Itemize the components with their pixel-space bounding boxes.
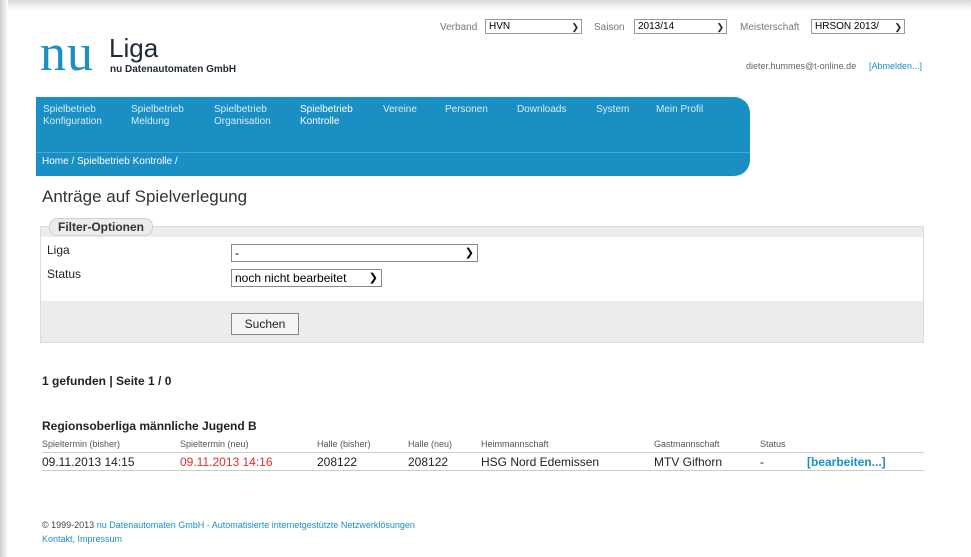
verband-select[interactable]: HVN ❯ bbox=[485, 19, 582, 34]
col-header-halle-neu: Halle (neu) bbox=[408, 439, 453, 449]
nav-spielbetrieb-organisation[interactable]: Spielbetrieb Organisation bbox=[214, 104, 271, 128]
meisterschaft-label: Meisterschaft bbox=[740, 22, 800, 33]
filter-legend: Filter-Optionen bbox=[49, 218, 153, 236]
nav-label-line1: Vereine bbox=[383, 104, 417, 115]
cell-termin-bisher: 09.11.2013 14:15 bbox=[42, 455, 135, 469]
liga-label: Liga bbox=[47, 243, 70, 257]
search-button[interactable]: Suchen bbox=[231, 313, 299, 335]
nav-system[interactable]: System bbox=[596, 104, 629, 116]
table-header-divider bbox=[42, 452, 924, 453]
chevron-down-icon: ❯ bbox=[368, 272, 378, 284]
page-title: Anträge auf Spielverlegung bbox=[42, 187, 248, 206]
cell-termin-neu: 09.11.2013 14:16 bbox=[180, 455, 273, 469]
cell-heimmannschaft: HSG Nord Edemissen bbox=[481, 455, 600, 469]
col-header-heimmannschaft: Heimmannschaft bbox=[481, 439, 549, 449]
logo-liga: Liga bbox=[109, 33, 159, 63]
saison-select[interactable]: 2013/14 ❯ bbox=[634, 19, 727, 34]
nav-label-line1: Spielbetrieb bbox=[131, 104, 184, 115]
liga-select[interactable]: - ❯ bbox=[231, 244, 478, 262]
result-count: 1 gefunden | Seite 1 / 0 bbox=[42, 374, 172, 388]
status-select-value: noch nicht bearbeitet bbox=[235, 271, 347, 285]
page: nu Liga nu Datenautomaten GmbH Verband H… bbox=[0, 0, 971, 557]
nav-spielbetrieb-kontrolle[interactable]: Spielbetrieb Kontrolle bbox=[300, 104, 353, 128]
nav-label-line1: Spielbetrieb bbox=[43, 104, 96, 115]
status-label: Status bbox=[47, 267, 82, 281]
company-link[interactable]: nu Datenautomaten GmbH - Automatisierte … bbox=[97, 520, 415, 530]
nav-spielbetrieb-konfiguration[interactable]: Spielbetrieb Konfiguration bbox=[43, 104, 102, 128]
league-title: Regionsoberliga männliche Jugend B bbox=[42, 419, 257, 433]
cell-gastmannschaft: MTV Gifhorn bbox=[654, 455, 723, 469]
breadcrumb-divider bbox=[36, 152, 750, 153]
chevron-down-icon: ❯ bbox=[894, 22, 902, 32]
window-shadow-top bbox=[0, 0, 971, 10]
nav-label-line1: Spielbetrieb bbox=[214, 104, 267, 115]
nav-label-line1: Personen bbox=[445, 104, 488, 115]
cell-status: - bbox=[760, 455, 764, 469]
verband-label: Verband bbox=[440, 22, 478, 33]
nav-label-line1: Spielbetrieb bbox=[300, 104, 353, 115]
cell-halle-neu: 208122 bbox=[408, 455, 449, 469]
nav-label-line2: Meldung bbox=[131, 116, 170, 127]
col-header-termin-bisher: Spieltermin (bisher) bbox=[42, 439, 121, 449]
status-select[interactable]: noch nicht bearbeitet ❯ bbox=[231, 269, 382, 287]
chevron-down-icon: ❯ bbox=[716, 22, 724, 32]
window-shadow-left bbox=[0, 0, 8, 557]
chevron-down-icon: ❯ bbox=[464, 247, 474, 259]
nav-label-line2: Kontrolle bbox=[300, 116, 340, 127]
saison-label: Saison bbox=[594, 22, 625, 33]
footer-links[interactable]: Kontakt, Impressum bbox=[42, 534, 122, 544]
nav-label-line2: Organisation bbox=[214, 116, 271, 127]
meisterschaft-value: HRSON 2013/ bbox=[815, 21, 879, 32]
col-header-halle-bisher: Halle (bisher) bbox=[317, 439, 371, 449]
breadcrumb[interactable]: Home / Spielbetrieb Kontrolle / bbox=[42, 156, 178, 167]
footer-copyright: © 1999-2013 nu Datenautomaten GmbH - Aut… bbox=[42, 520, 415, 530]
verband-value: HVN bbox=[489, 21, 511, 32]
saison-value: 2013/14 bbox=[638, 21, 675, 32]
copyright-text: © 1999-2013 bbox=[42, 520, 95, 530]
edit-link[interactable]: [bearbeiten...] bbox=[807, 455, 886, 469]
nav-downloads[interactable]: Downloads bbox=[517, 104, 566, 116]
col-header-gastmannschaft: Gastmannschaft bbox=[654, 439, 720, 449]
main-navigation: Spielbetrieb Konfiguration Spielbetrieb … bbox=[36, 97, 750, 176]
nav-label-line1: Mein Profil bbox=[656, 104, 704, 115]
nav-personen[interactable]: Personen bbox=[445, 104, 488, 116]
nav-spielbetrieb-meldung[interactable]: Spielbetrieb Meldung bbox=[131, 104, 184, 128]
nav-mein-profil[interactable]: Mein Profil bbox=[656, 104, 703, 116]
logout-link[interactable]: [Abmelden...] bbox=[869, 61, 922, 71]
nav-label-line2: Konfiguration bbox=[43, 116, 102, 127]
liga-select-value: - bbox=[235, 246, 239, 260]
chevron-down-icon: ❯ bbox=[571, 22, 579, 32]
cell-halle-bisher: 208122 bbox=[317, 455, 358, 469]
user-email: dieter.hummes@t-online.de bbox=[746, 61, 857, 71]
table-row-divider bbox=[42, 470, 924, 471]
nav-label-line1: System bbox=[596, 104, 630, 115]
nav-label-line1: Downloads bbox=[517, 104, 567, 115]
meisterschaft-select[interactable]: HRSON 2013/ ❯ bbox=[811, 19, 905, 34]
filter-fields-area bbox=[41, 237, 923, 301]
logo-nu: nu bbox=[40, 25, 94, 82]
col-header-termin-neu: Spieltermin (neu) bbox=[180, 439, 249, 449]
logo-subtitle: nu Datenautomaten GmbH bbox=[110, 64, 237, 75]
col-header-status: Status bbox=[760, 439, 786, 449]
nav-vereine[interactable]: Vereine bbox=[383, 104, 417, 116]
filter-options-panel: Filter-Optionen Liga - ❯ Status noch nic… bbox=[40, 218, 924, 343]
